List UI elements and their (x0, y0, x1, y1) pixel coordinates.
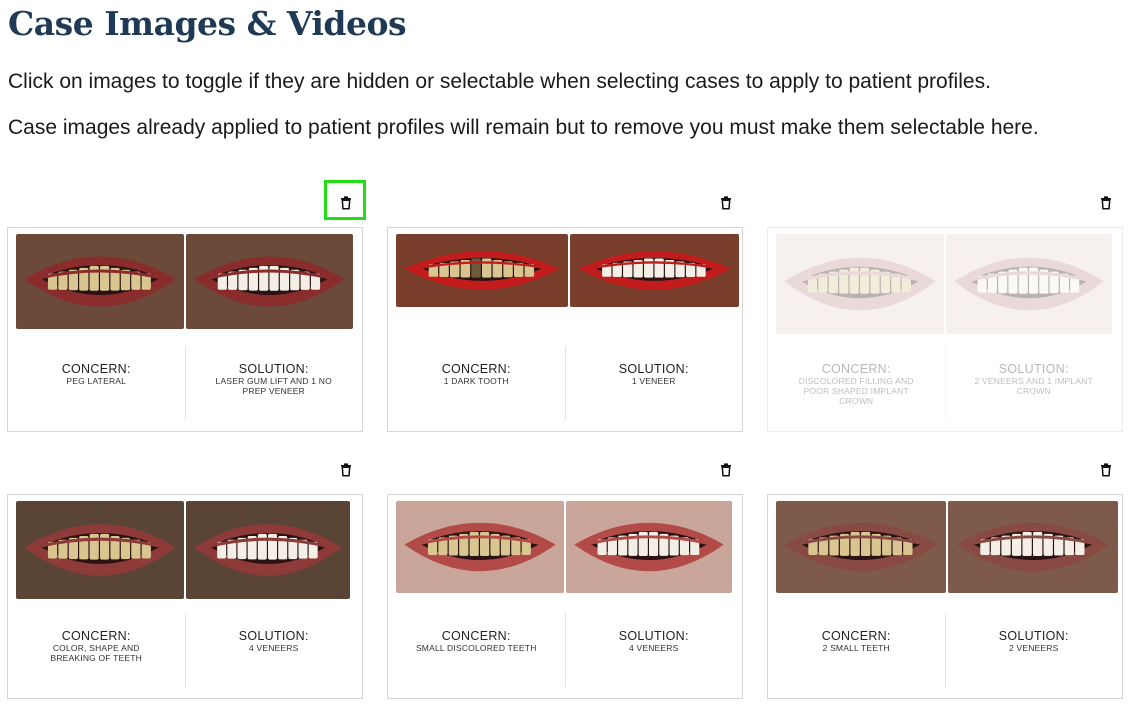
concern-text: 1 DARK TOOTH (443, 376, 509, 386)
instruction-remove: Case images already applied to patient p… (8, 116, 1039, 139)
after-image[interactable] (948, 501, 1118, 593)
case-card[interactable]: CONCERN: 2 SMALL TEETH SOLUTION: 2 VENEE… (767, 494, 1123, 699)
solution-label: SOLUTION: (238, 629, 309, 643)
concern-label: CONCERN: (61, 629, 131, 643)
before-image[interactable] (16, 501, 184, 599)
delete-case-button[interactable] (340, 463, 354, 479)
before-image[interactable] (776, 234, 944, 334)
solution-column: SOLUTION: 2 VENEERS AND 1 IMPLANT CROWN (944, 346, 1123, 420)
trash-icon (1101, 196, 1111, 210)
concern-label: CONCERN: (821, 629, 891, 643)
concern-text: 2 SMALL TEETH (822, 643, 890, 653)
concern-column: CONCERN: SMALL DISCOLORED TEETH (388, 613, 565, 687)
delete-case-button[interactable] (1100, 196, 1114, 212)
after-image[interactable] (186, 234, 353, 329)
after-image[interactable] (566, 501, 732, 593)
case-card[interactable]: CONCERN: PEG LATERAL SOLUTION: LASER GUM… (7, 227, 363, 432)
trash-icon (1101, 463, 1111, 477)
solution-column: SOLUTION: 2 VENEERS (944, 613, 1123, 687)
solution-label: SOLUTION: (238, 362, 309, 376)
concern-text: DISCOLORED FILLING AND POOR SHAPED IMPLA… (798, 376, 914, 406)
solution-text: 1 VENEER (631, 376, 676, 386)
solution-column: SOLUTION: LASER GUM LIFT AND 1 NO PREP V… (184, 346, 363, 420)
concern-column: CONCERN: PEG LATERAL (8, 346, 185, 420)
solution-label: SOLUTION: (998, 629, 1069, 643)
delete-case-button[interactable] (720, 196, 734, 212)
page-title: Case Images & Videos (8, 4, 407, 43)
concern-label: CONCERN: (441, 362, 511, 376)
after-image[interactable] (570, 234, 739, 307)
delete-case-button[interactable] (720, 463, 734, 479)
solution-column: SOLUTION: 4 VENEERS (184, 613, 363, 687)
trash-icon (721, 196, 731, 210)
solution-label: SOLUTION: (618, 362, 689, 376)
concern-text: PEG LATERAL (66, 376, 127, 386)
concern-column: CONCERN: COLOR, SHAPE AND BREAKING OF TE… (8, 613, 185, 687)
solution-text: 4 VENEERS (628, 643, 679, 653)
delete-case-button[interactable] (1100, 463, 1114, 479)
before-image[interactable] (16, 234, 184, 329)
case-card[interactable]: CONCERN: DISCOLORED FILLING AND POOR SHA… (767, 227, 1123, 432)
solution-label: SOLUTION: (998, 362, 1069, 376)
concern-column: CONCERN: 1 DARK TOOTH (388, 346, 565, 420)
concern-column: CONCERN: 2 SMALL TEETH (768, 613, 945, 687)
solution-text: 2 VENEERS (1008, 643, 1059, 653)
trash-icon (341, 196, 351, 210)
after-image[interactable] (946, 234, 1112, 334)
instruction-toggle: Click on images to toggle if they are hi… (8, 70, 991, 93)
trash-icon (721, 463, 731, 477)
delete-case-button[interactable] (340, 196, 354, 212)
concern-label: CONCERN: (821, 362, 891, 376)
after-image[interactable] (186, 501, 350, 599)
solution-text: 2 VENEERS AND 1 IMPLANT CROWN (974, 376, 1093, 396)
concern-label: CONCERN: (441, 629, 511, 643)
before-image[interactable] (776, 501, 946, 593)
concern-column: CONCERN: DISCOLORED FILLING AND POOR SHA… (768, 346, 945, 420)
solution-text: LASER GUM LIFT AND 1 NO PREP VENEER (215, 376, 332, 396)
solution-label: SOLUTION: (618, 629, 689, 643)
case-card[interactable]: CONCERN: SMALL DISCOLORED TEETH SOLUTION… (387, 494, 743, 699)
before-image[interactable] (396, 501, 564, 593)
concern-text: SMALL DISCOLORED TEETH (415, 643, 537, 653)
case-card[interactable]: CONCERN: COLOR, SHAPE AND BREAKING OF TE… (7, 494, 363, 699)
trash-icon (341, 463, 351, 477)
solution-column: SOLUTION: 1 VENEER (564, 346, 743, 420)
solution-text: 4 VENEERS (248, 643, 299, 653)
case-card[interactable]: CONCERN: 1 DARK TOOTH SOLUTION: 1 VENEER (387, 227, 743, 432)
concern-text: COLOR, SHAPE AND BREAKING OF TEETH (50, 643, 143, 663)
before-image[interactable] (396, 234, 568, 307)
concern-label: CONCERN: (61, 362, 131, 376)
solution-column: SOLUTION: 4 VENEERS (564, 613, 743, 687)
